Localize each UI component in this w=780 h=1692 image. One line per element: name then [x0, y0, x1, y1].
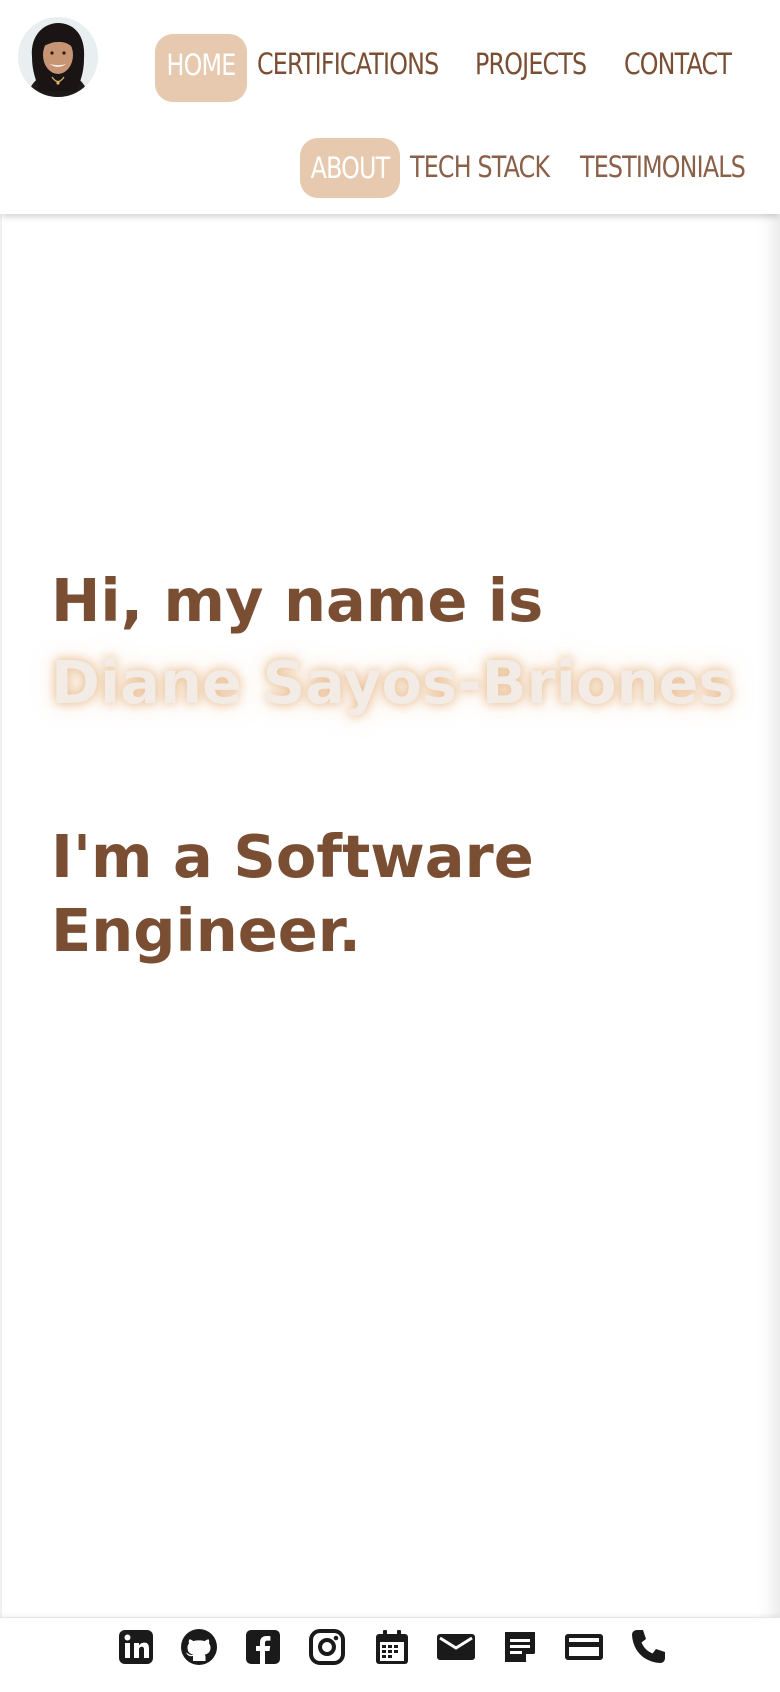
section-nav: ABOUT TECH STACK TESTIMONIALS [0, 122, 780, 214]
email-icon[interactable] [436, 1627, 476, 1667]
hero-name: Diane Sayos-Briones [51, 648, 734, 717]
subnav-about[interactable]: ABOUT [300, 138, 400, 198]
subnav-about-label: ABOUT [310, 151, 391, 185]
top-nav: HOME CERTIFICATIONS PROJECTS CONTACT [0, 0, 780, 123]
nav-certifications[interactable]: CERTIFICATIONS [257, 50, 439, 79]
nav-home-label: HOME [166, 48, 237, 82]
linkedin-icon[interactable] [116, 1627, 156, 1667]
nav-projects[interactable]: PROJECTS [475, 50, 587, 79]
page: HOME CERTIFICATIONS PROJECTS CONTACT ABO… [0, 0, 780, 1692]
credit-card-icon[interactable] [564, 1627, 604, 1667]
hero-greeting: Hi, my name is Diane Sayos-Briones [51, 560, 751, 724]
nav-home[interactable]: HOME [155, 34, 247, 102]
instagram-icon[interactable] [307, 1627, 347, 1667]
subnav-tech-stack[interactable]: TECH STACK [410, 153, 550, 182]
profile-photo [18, 17, 98, 97]
github-icon[interactable] [179, 1627, 219, 1667]
nav-contact[interactable]: CONTACT [624, 50, 732, 79]
hero-role: I'm a Software Engineer. [51, 822, 534, 965]
phone-icon[interactable] [628, 1627, 668, 1667]
calendar-icon[interactable] [372, 1627, 412, 1667]
subnav-testimonials[interactable]: TESTIMONIALS [580, 153, 746, 182]
facebook-icon[interactable] [243, 1627, 283, 1667]
avatar[interactable] [18, 17, 98, 97]
notes-icon[interactable] [500, 1627, 540, 1667]
hero-greeting-text: Hi, my name is [51, 566, 544, 635]
